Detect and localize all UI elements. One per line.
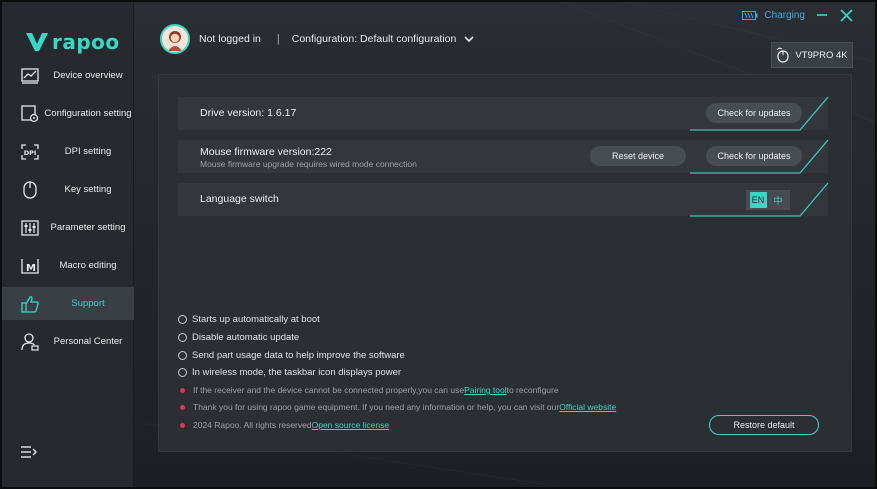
minimize-button[interactable] bbox=[815, 8, 829, 22]
pairing-note: If the receiver and the device cannot be… bbox=[178, 385, 559, 395]
charging-status: Charging bbox=[742, 10, 805, 21]
support-panel: Drive version: 1.6.17 Check for updates … bbox=[158, 74, 852, 452]
header-separator: | bbox=[276, 33, 280, 45]
firmware-note: Mouse firmware upgrade requires wired mo… bbox=[200, 159, 417, 169]
sidebar-item-key[interactable]: Key setting bbox=[2, 173, 134, 206]
option-label: In wireless mode, the taskbar icon displ… bbox=[192, 367, 402, 378]
minimize-icon bbox=[817, 14, 827, 16]
svg-text:M: M bbox=[26, 263, 36, 274]
sidebar-item-device-overview[interactable]: Device overview bbox=[2, 59, 134, 92]
alert-dot-icon bbox=[180, 422, 185, 428]
header-bar: Not logged in | Configuration: Default c… bbox=[160, 24, 474, 54]
option-send-usage-data[interactable]: Send part usage data to help improve the… bbox=[178, 350, 405, 361]
device-overview-icon bbox=[19, 65, 41, 87]
chevron-down-icon[interactable] bbox=[464, 35, 474, 43]
collapse-menu-icon[interactable] bbox=[20, 445, 38, 459]
battery-icon bbox=[742, 10, 758, 20]
option-label: Send part usage data to help improve the… bbox=[192, 350, 405, 361]
usage-data-radio[interactable] bbox=[178, 351, 187, 360]
close-button[interactable] bbox=[839, 8, 853, 22]
sidebar-item-macro[interactable]: M Macro editing bbox=[2, 249, 134, 282]
window-controls: Charging bbox=[742, 8, 853, 22]
logo-text: rapoo bbox=[52, 30, 120, 54]
sidebar-item-parameter[interactable]: Parameter setting bbox=[2, 211, 134, 244]
language-switch-label: Language switch bbox=[200, 193, 279, 205]
autostart-radio[interactable] bbox=[178, 315, 187, 324]
login-status[interactable]: Not logged in bbox=[199, 33, 261, 45]
disable-update-radio[interactable] bbox=[178, 333, 187, 342]
language-toggle: EN 中 bbox=[746, 190, 790, 210]
person-icon bbox=[19, 331, 41, 353]
option-taskbar-power[interactable]: In wireless mode, the taskbar icon displ… bbox=[178, 367, 401, 378]
sidebar-item-label: Device overview bbox=[53, 70, 123, 81]
sidebar-item-personal-center[interactable]: Personal Center bbox=[2, 325, 134, 358]
sidebar-item-label: DPI setting bbox=[64, 146, 112, 157]
firmware-row: Mouse firmware version:222 Mouse firmwar… bbox=[178, 139, 829, 174]
pairing-note-suffix: to reconfigure bbox=[506, 385, 559, 395]
sidebar-item-label: Support bbox=[71, 298, 105, 309]
dpi-icon: DPI bbox=[19, 141, 41, 163]
reset-device-button[interactable]: Reset device bbox=[590, 146, 686, 166]
sidebar-item-label: Parameter setting bbox=[50, 222, 126, 233]
option-disable-auto-update[interactable]: Disable automatic update bbox=[178, 332, 299, 343]
sidebar-item-support[interactable]: Support bbox=[2, 287, 134, 320]
mouse-key-icon bbox=[19, 179, 41, 201]
copyright-text: 2024 Rapoo. All rights reserved bbox=[193, 420, 312, 430]
open-source-license-link[interactable]: Open source license bbox=[312, 420, 390, 430]
sidebar-item-label: Key setting bbox=[64, 184, 112, 195]
thanks-note: Thank you for using rapoo game equipment… bbox=[178, 402, 616, 412]
sidebar-item-label: Personal Center bbox=[53, 336, 123, 347]
alert-dot-icon bbox=[180, 404, 185, 410]
thumbs-up-icon bbox=[19, 293, 41, 315]
thanks-note-text: Thank you for using rapoo game equipment… bbox=[193, 402, 560, 412]
macro-icon: M bbox=[19, 255, 41, 277]
sidebar-item-label: Macro editing bbox=[59, 260, 117, 271]
drive-version-row: Drive version: 1.6.17 Check for updates bbox=[178, 96, 829, 131]
charging-label: Charging bbox=[764, 9, 805, 21]
option-label: Starts up automatically at boot bbox=[192, 314, 320, 325]
check-updates-driver-button[interactable]: Check for updates bbox=[706, 103, 802, 123]
restore-default-button[interactable]: Restore default bbox=[709, 415, 819, 435]
alert-dot-icon bbox=[180, 387, 185, 393]
sidebar: rapoo Device overview Configuration sett… bbox=[2, 2, 134, 487]
sidebar-item-configuration[interactable]: Configuration setting bbox=[2, 97, 134, 130]
configuration-selector[interactable]: Configuration: Default configuration bbox=[292, 33, 457, 45]
taskbar-power-radio[interactable] bbox=[178, 368, 187, 377]
language-zh-button[interactable]: 中 bbox=[770, 192, 787, 208]
option-label: Disable automatic update bbox=[192, 332, 300, 343]
svg-text:DPI: DPI bbox=[24, 149, 37, 157]
avatar-icon bbox=[168, 31, 182, 51]
check-updates-firmware-button[interactable]: Check for updates bbox=[706, 146, 802, 166]
rapoo-logo-icon bbox=[26, 33, 48, 51]
app-window: rapoo Device overview Configuration sett… bbox=[2, 2, 875, 487]
firmware-version-label: Mouse firmware version:222 bbox=[200, 146, 332, 158]
drive-version-label: Drive version: 1.6.17 bbox=[200, 107, 297, 119]
official-website-link[interactable]: Official website bbox=[559, 402, 616, 412]
sidebar-item-label: Configuration setting bbox=[44, 108, 132, 119]
pairing-note-text: If the receiver and the device cannot be… bbox=[193, 385, 465, 395]
pairing-tool-link[interactable]: Pairing tool bbox=[464, 385, 507, 395]
close-icon bbox=[839, 8, 853, 22]
mouse-icon bbox=[776, 47, 789, 63]
copyright-note: 2024 Rapoo. All rights reserved Open sour… bbox=[178, 420, 389, 430]
device-model: VT9PRO 4K bbox=[795, 49, 848, 61]
device-selector[interactable]: VT9PRO 4K bbox=[771, 42, 853, 68]
configuration-icon bbox=[19, 103, 41, 125]
avatar[interactable] bbox=[160, 24, 190, 54]
rapoo-logo: rapoo bbox=[26, 30, 120, 54]
parameter-icon bbox=[19, 217, 41, 239]
option-autostart[interactable]: Starts up automatically at boot bbox=[178, 314, 320, 325]
sidebar-item-dpi[interactable]: DPI DPI setting bbox=[2, 135, 134, 168]
language-en-button[interactable]: EN bbox=[749, 192, 767, 208]
language-row: Language switch EN 中 bbox=[178, 182, 829, 217]
